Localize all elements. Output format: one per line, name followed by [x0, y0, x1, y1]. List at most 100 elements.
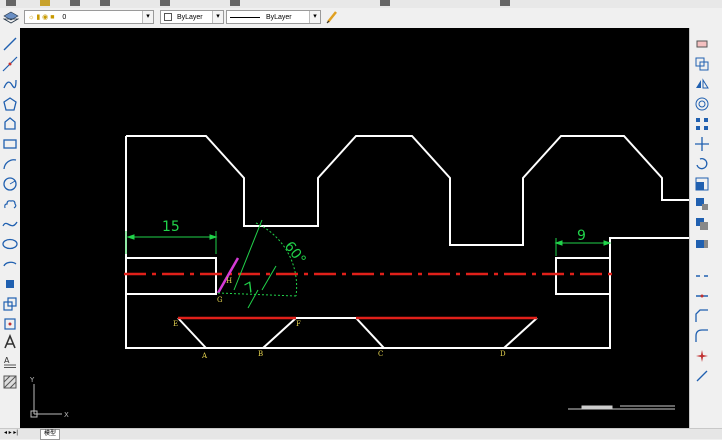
- dim-label-angle: 60°: [281, 239, 309, 268]
- linetype-value: ByLayer: [265, 14, 292, 21]
- move-tool[interactable]: [694, 136, 710, 152]
- stretch-icon: [696, 198, 708, 210]
- mirror-icon: [696, 78, 709, 89]
- layer-dropdown[interactable]: ☼ ▮ ◉ ■ 0 ▾: [24, 10, 154, 24]
- chamfer-tool[interactable]: [694, 308, 710, 324]
- tab-nav-arrows[interactable]: ◂ ▸ ▸|: [4, 429, 18, 438]
- rectangle-icon: [3, 139, 17, 149]
- drawing-canvas[interactable]: 15 9 60° 7 A B C D E F G H Y X: [20, 28, 689, 428]
- explode-tool[interactable]: [694, 348, 710, 364]
- break-tool[interactable]: [694, 268, 710, 284]
- rotate-icon: [696, 158, 708, 170]
- drawing-svg: 15 9 60° 7 A B C D E F G H Y X: [29, 135, 689, 419]
- rotate-tool[interactable]: [694, 156, 710, 172]
- offset-icon: [695, 97, 709, 111]
- revision-cloud-tool[interactable]: [2, 196, 18, 212]
- trim-tool[interactable]: [694, 216, 710, 232]
- circle-tool[interactable]: [2, 176, 18, 192]
- shape-icon: [4, 117, 16, 130]
- chevron-down-icon: ▾: [142, 11, 153, 23]
- dim-label-15: 15: [162, 219, 180, 235]
- make-block-tool[interactable]: [2, 296, 18, 312]
- open-icon[interactable]: [40, 0, 50, 6]
- draw-toolbar: A: [0, 28, 21, 428]
- point-h: H: [226, 277, 232, 285]
- angle-dimension: [217, 219, 298, 309]
- insert-block-tool[interactable]: [2, 276, 18, 292]
- hatch-icon: [3, 375, 17, 389]
- hatch-tool[interactable]: [2, 374, 18, 390]
- pencil-icon: [326, 11, 337, 24]
- text-icon: [4, 334, 16, 349]
- pan-icon[interactable]: [380, 0, 390, 6]
- ellipse-tool[interactable]: [2, 236, 18, 252]
- point-g: G: [217, 296, 223, 304]
- chamfer-icon: [695, 309, 708, 322]
- chevron-down-icon: ▾: [309, 11, 320, 23]
- ellipse-arc-icon: [3, 261, 17, 267]
- notch-b-f: [262, 317, 385, 349]
- point-b: B: [258, 350, 263, 358]
- scale-tool[interactable]: [694, 176, 710, 192]
- undo-icon[interactable]: [160, 0, 170, 6]
- line-icon: [3, 37, 17, 51]
- trim-icon: [696, 218, 708, 230]
- ucs-icon: [30, 384, 62, 418]
- notch-d: [503, 317, 538, 349]
- block-icon: [6, 280, 14, 288]
- mtext-tool[interactable]: A: [2, 354, 18, 370]
- save-icon[interactable]: [70, 0, 80, 6]
- modify-extra-icon: [696, 370, 708, 382]
- array-icon: [696, 118, 708, 130]
- explode-icon: [696, 350, 708, 362]
- mirror-tool[interactable]: [694, 76, 710, 92]
- linetype-dropdown[interactable]: ByLayer ▾: [226, 10, 321, 24]
- layer-value: 0: [62, 14, 67, 21]
- layout-tabs-bar: ◂ ▸ ▸| 模型: [0, 428, 722, 440]
- make-block-icon: [3, 297, 17, 311]
- point-a: A: [201, 352, 208, 360]
- left-slot: [126, 257, 217, 295]
- rectangle-tool[interactable]: [2, 136, 18, 152]
- cloud-icon: [4, 200, 17, 209]
- shape-tool[interactable]: [2, 116, 18, 132]
- point-tool[interactable]: [2, 316, 18, 332]
- point-icon: [4, 318, 16, 330]
- array-tool[interactable]: [694, 116, 710, 132]
- erase-tool[interactable]: [694, 36, 710, 52]
- point-f: F: [296, 320, 301, 328]
- zoom-icon[interactable]: [500, 0, 510, 6]
- modify-extra-tool[interactable]: [694, 368, 710, 384]
- print-icon[interactable]: [100, 0, 110, 6]
- match-properties-button[interactable]: [325, 10, 339, 24]
- ellipse-arc-tool[interactable]: [2, 256, 18, 272]
- svg-text:A: A: [4, 356, 10, 365]
- construction-line-tool[interactable]: [2, 56, 18, 72]
- line-tool[interactable]: [2, 36, 18, 52]
- polygon-tool[interactable]: [2, 96, 18, 112]
- ellipse-icon: [2, 238, 18, 250]
- point-c: C: [378, 350, 383, 358]
- copy-tool[interactable]: [694, 56, 710, 72]
- spline-tool[interactable]: [2, 216, 18, 232]
- join-tool[interactable]: [694, 288, 710, 304]
- arc-tool[interactable]: [2, 156, 18, 172]
- polyline-icon: [3, 79, 17, 89]
- tab-model[interactable]: 模型: [40, 429, 61, 440]
- eraser-icon: [696, 40, 708, 48]
- offset-tool[interactable]: [694, 96, 710, 112]
- polyline-tool[interactable]: [2, 76, 18, 92]
- text-tool[interactable]: [2, 334, 18, 350]
- stretch-tool[interactable]: [694, 196, 710, 212]
- extend-tool[interactable]: [694, 236, 710, 252]
- scale-icon: [695, 177, 709, 191]
- linetype-sample: [230, 16, 260, 18]
- color-dropdown[interactable]: ByLayer ▾: [160, 10, 224, 24]
- ucs-y-label: Y: [29, 376, 35, 384]
- layer-manager-button[interactable]: [2, 10, 20, 26]
- point-e: E: [173, 320, 178, 328]
- redo-icon[interactable]: [230, 0, 240, 6]
- fillet-tool[interactable]: [694, 328, 710, 344]
- point-d: D: [500, 350, 506, 358]
- scale-bar: [568, 405, 675, 410]
